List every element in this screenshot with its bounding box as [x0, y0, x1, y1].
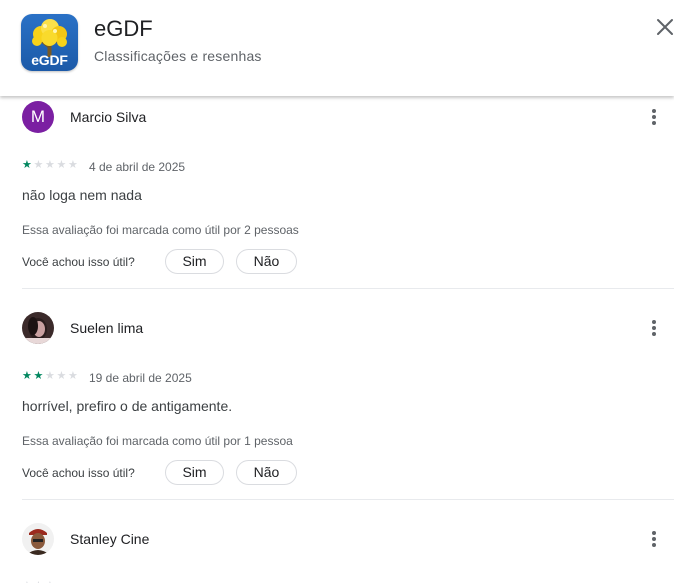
avatar: [22, 312, 54, 344]
close-icon[interactable]: [652, 14, 674, 40]
review-card: Suelen lima ★ ★ ★ ★ ★ 19 de abril de 2025 ho…: [0, 307, 674, 501]
no-button[interactable]: Não: [236, 460, 297, 485]
avatar-photo: [22, 523, 54, 555]
reviews-list: M Marcio Silva ★ ★ ★ ★ ★ 4 de abril de 2025 …: [0, 96, 674, 583]
more-vert-icon[interactable]: [643, 106, 665, 128]
review-text: horrível, prefiro o de antigamente.: [22, 398, 233, 414]
star-empty-icon: ★: [45, 159, 55, 171]
star-empty-icon: ★: [68, 159, 78, 171]
review-author: Stanley Cine: [70, 531, 150, 547]
helpful-question: Você achou isso útil?: [22, 466, 135, 480]
page-subtitle: Classificações e resenhas: [94, 48, 262, 64]
app-icon: eGDF: [21, 14, 78, 71]
star-empty-icon: ★: [45, 370, 55, 382]
no-button[interactable]: Não: [236, 249, 297, 274]
star-filled-icon: ★: [22, 370, 32, 382]
avatar: [22, 523, 54, 555]
helpful-count: Essa avaliação foi marcada como útil por…: [22, 434, 293, 448]
divider: [22, 288, 674, 289]
more-vert-icon[interactable]: [643, 528, 665, 550]
star-rating: ★ ★ ★ ★ ★: [22, 370, 80, 382]
star-filled-icon: ★: [22, 159, 32, 171]
star-empty-icon: ★: [68, 370, 78, 382]
review-text: não loga nem nada: [22, 187, 142, 203]
review-card: M Marcio Silva ★ ★ ★ ★ ★ 4 de abril de 2025 …: [0, 96, 674, 290]
divider: [22, 499, 674, 500]
helpful-count: Essa avaliação foi marcada como útil por…: [22, 223, 299, 237]
star-empty-icon: ★: [33, 159, 44, 171]
dialog-header: eGDF eGDF Classificações e resenhas: [0, 0, 674, 96]
review-card: Stanley Cine ★ ★ ★: [0, 518, 674, 583]
app-title: eGDF: [94, 16, 153, 41]
yes-button[interactable]: Sim: [165, 249, 224, 274]
review-date: 19 de abril de 2025: [89, 371, 192, 385]
star-empty-icon: ★: [56, 370, 67, 382]
star-filled-icon: ★: [33, 370, 44, 382]
avatar-photo: [22, 312, 54, 344]
app-icon-text: eGDF: [31, 52, 68, 68]
star-empty-icon: ★: [56, 159, 67, 171]
review-author: Marcio Silva: [70, 109, 147, 125]
review-date: 4 de abril de 2025: [89, 160, 186, 174]
star-rating: ★ ★ ★ ★ ★: [22, 159, 80, 171]
review-author: Suelen lima: [70, 320, 144, 336]
avatar: M: [22, 101, 54, 133]
helpful-question: Você achou isso útil?: [22, 255, 135, 269]
more-vert-icon[interactable]: [643, 317, 665, 339]
yes-button[interactable]: Sim: [165, 460, 224, 485]
